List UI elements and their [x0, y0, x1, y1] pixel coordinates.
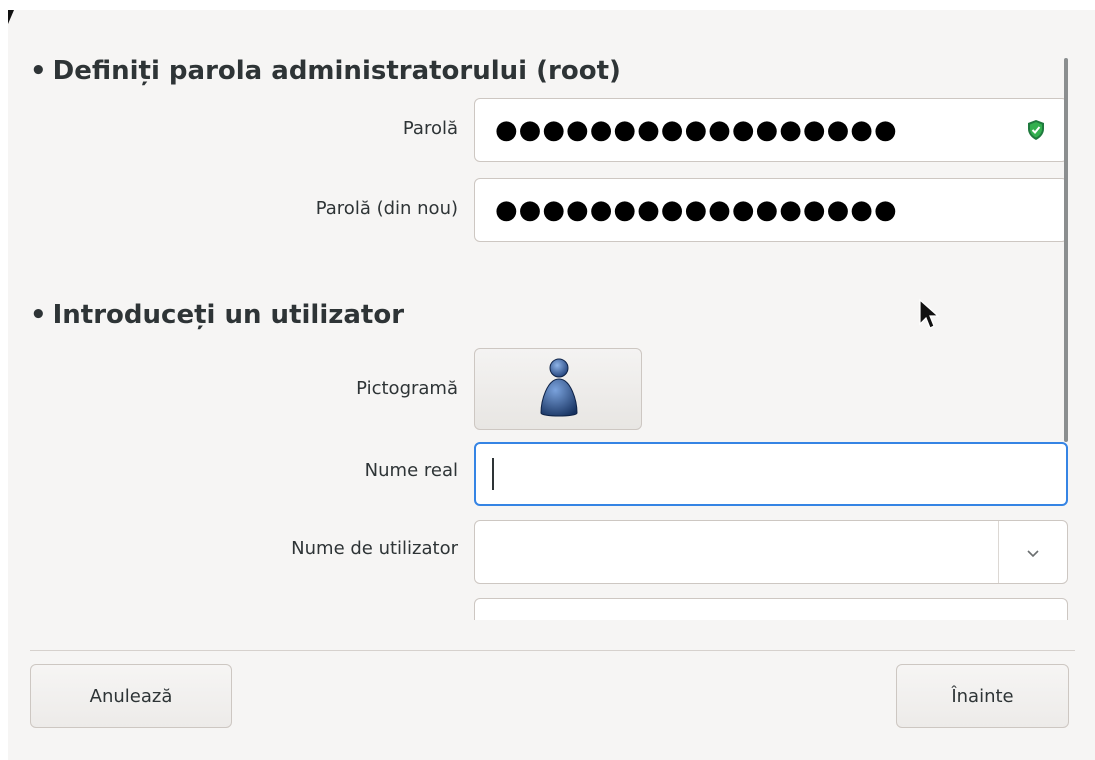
- password-masked-value: ●●●●●●●●●●●●●●●●●: [495, 115, 898, 145]
- root-password-heading-text: Definiți parola administratorului (root): [52, 56, 621, 86]
- password-again-label: Parolă (din nou): [315, 198, 458, 219]
- password-again-masked-value: ●●●●●●●●●●●●●●●●●: [495, 195, 898, 225]
- shield-check-icon: [1028, 120, 1044, 140]
- next-button[interactable]: Înainte: [896, 664, 1069, 728]
- footer-separator: [30, 650, 1075, 651]
- next-field-partial[interactable]: [474, 598, 1068, 620]
- real-name-label: Nume real: [364, 460, 458, 481]
- text-caret: [492, 458, 494, 490]
- user-icon-button[interactable]: [474, 348, 642, 430]
- password-field[interactable]: ●●●●●●●●●●●●●●●●●: [474, 98, 1068, 162]
- password-again-field[interactable]: ●●●●●●●●●●●●●●●●●: [474, 178, 1068, 242]
- user-heading-text: Introduceți un utilizator: [52, 300, 405, 330]
- icon-label: Pictogramă: [356, 378, 458, 399]
- combobox-divider: [998, 521, 999, 583]
- username-combobox[interactable]: [474, 520, 1068, 584]
- username-label: Nume de utilizator: [291, 538, 458, 559]
- password-label: Parolă: [402, 118, 458, 139]
- chevron-down-icon[interactable]: [1023, 543, 1043, 563]
- real-name-field[interactable]: [474, 442, 1068, 506]
- vertical-scrollbar[interactable]: [1064, 58, 1068, 442]
- installer-window: • Definiți parola administratorului (root…: [8, 10, 1095, 760]
- user-heading: • Introduceți un utilizator: [30, 300, 405, 330]
- mouse-pointer-icon: [919, 298, 940, 329]
- user-avatar-icon: [540, 358, 578, 417]
- cancel-button[interactable]: Anulează: [30, 664, 232, 728]
- root-password-heading: • Definiți parola administratorului (root…: [30, 56, 621, 86]
